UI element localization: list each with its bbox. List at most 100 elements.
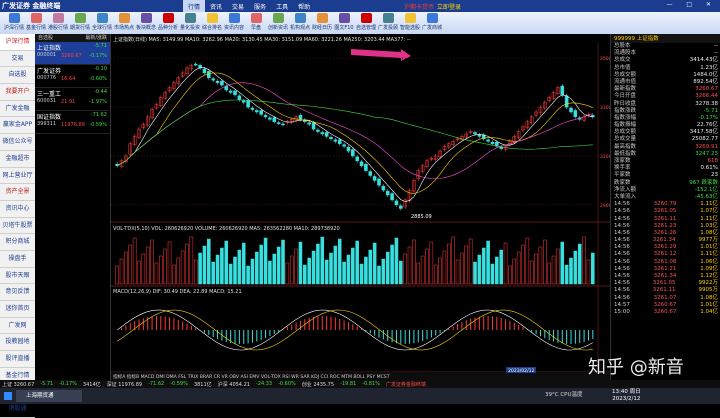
tick-time: 14:56 — [614, 237, 630, 244]
price-axis-label: 3100 — [600, 154, 610, 160]
sidebar-item[interactable]: 贝塔牛股票 — [0, 218, 35, 235]
toolbar-button[interactable]: 市场热点 — [112, 13, 136, 33]
login-link[interactable]: 立即登录 — [437, 2, 461, 11]
sidebar-item[interactable]: 自选股 — [0, 67, 35, 85]
toolbar-button[interactable]: 创新资讯 — [266, 13, 290, 33]
volume-bar — [259, 244, 263, 285]
volume-bar — [377, 265, 381, 285]
quote-stat-row: 总市值 1.23亿 — [611, 65, 720, 72]
toolbar-button[interactable]: 图文F10 — [332, 13, 356, 33]
watchlist-row[interactable]: 上证指数 000001 3260.67 -5.71 -0.17% — [35, 42, 110, 65]
toolbar-button[interactable]: 广发投顾 — [376, 13, 400, 33]
taskbar-clock[interactable]: 13:40 周日 2023/2/12 — [612, 389, 641, 403]
toolbar-button[interactable]: 自选管理 — [354, 13, 378, 33]
candle-body — [390, 193, 394, 201]
candle-body — [368, 171, 373, 176]
start-icon[interactable] — [4, 392, 12, 400]
volume-bar — [490, 263, 495, 285]
sidebar-item[interactable]: 资产全景 — [0, 184, 35, 201]
taskbar-app-button[interactable]: 上海期货通 — [16, 390, 82, 402]
tick-price: 3261.12 — [653, 251, 677, 258]
kline-chart[interactable]: 上证指数(日线) MA5: 3149.99 MA10: 3262.96 MA20… — [111, 34, 610, 380]
toolbar-button[interactable]: 智能选股 — [398, 13, 422, 33]
sidebar-item[interactable]: 广发网 — [0, 318, 35, 335]
menu-item[interactable]: 交易 — [227, 0, 249, 12]
sidebar-item[interactable]: 股评直播 — [0, 351, 35, 368]
stat-value: 3278.38 — [695, 100, 718, 107]
sidebar-item[interactable]: 网上营业厅 — [0, 168, 35, 185]
watchlist-row[interactable]: 广发证券 000776 16.64 -0.10 -0.60% — [35, 65, 110, 88]
sidebar-item[interactable]: 积分商城 — [0, 234, 35, 251]
tick-volume: 1.06亿 — [700, 258, 718, 265]
watchlist-row[interactable]: 国证指数 399311 11976.89 -71.62 -0.59% — [35, 111, 110, 134]
volume-bar — [359, 263, 364, 285]
stat-value: 1484.0亿 — [693, 71, 718, 78]
tick-price: 3261.11 — [652, 287, 676, 294]
sidebar-item[interactable]: 广发金融 — [0, 101, 35, 118]
sidebar-item[interactable]: 交易 — [0, 51, 35, 68]
toolbar-button[interactable]: 全球行情 — [90, 13, 114, 33]
status-item: -19.81 — [340, 381, 357, 387]
quote-stat-row: 总成交量 25082.77 — [611, 136, 720, 143]
tick-time: 14:56 — [614, 229, 630, 236]
volume-bar — [250, 258, 255, 285]
stat-label: 昨日收盘 — [614, 100, 637, 107]
menu-item[interactable]: 帮助 — [293, 0, 315, 12]
menu-item[interactable]: 资讯 — [205, 0, 227, 12]
stat-label: 最高指数 — [614, 143, 637, 150]
volume-bar — [399, 260, 403, 285]
toolbar-button[interactable]: 品种分析 — [156, 13, 180, 33]
toolbar-label: 智能选股 — [399, 25, 420, 31]
candle-body — [255, 110, 259, 113]
quote-stat-row: 总成交 3414.43亿 — [611, 57, 720, 64]
status-item: -0.59% — [170, 381, 188, 387]
price-axis-label: 3300 — [600, 105, 610, 111]
toolbar-button[interactable]: 财经日历 — [310, 13, 334, 33]
stat-value: 25082.77 — [691, 136, 718, 143]
toolbar-button[interactable]: 综合排名 — [200, 13, 224, 33]
sidebar-item[interactable]: 我要开户 — [0, 84, 35, 101]
toolbar-button[interactable]: 资讯内容 — [222, 13, 246, 33]
tick-time: 14:56 — [614, 280, 630, 287]
candle-body — [342, 144, 346, 147]
volume-bar — [372, 242, 377, 285]
watchlist-row[interactable]: 三一重工 600031 21.91 -0.44 -1.97% — [35, 88, 110, 111]
quote-stat-row: 跌家数 967 跌家数 — [611, 180, 720, 187]
kline-chart-area[interactable]: 上证指数(日线) MA5: 3149.99 MA10: 3262.96 MA20… — [111, 34, 610, 380]
sidebar-item[interactable]: 微信公众号 — [0, 134, 35, 151]
toolbar-button[interactable]: 广发商城 — [420, 13, 444, 33]
sidebar-item[interactable]: 资讯中心 — [0, 201, 35, 218]
candle-body — [372, 176, 377, 181]
quote-stat-row: 指数涨幅 -0.17% — [611, 115, 720, 122]
stat-value: 3247.23 — [695, 150, 718, 157]
toolbar-button[interactable]: 沪深行情 — [2, 13, 26, 33]
volume-bar — [355, 240, 359, 285]
candle-body — [346, 146, 351, 152]
stock-pct: -1.97% — [89, 99, 107, 105]
candle-body — [333, 139, 338, 142]
toolbar-button[interactable]: 板块概念 — [134, 13, 158, 33]
sidebar-item[interactable]: 赢家金APP — [0, 117, 35, 135]
volume-bar — [481, 247, 486, 285]
menu-item[interactable]: 行情 — [183, 0, 206, 12]
sidebar-item[interactable]: 意见反馈 — [0, 284, 35, 301]
toolbar-button[interactable]: 基金行情 — [24, 13, 48, 33]
sidebar-item[interactable]: 投教园地 — [0, 334, 35, 352]
volume-bar — [276, 246, 281, 285]
sidebar-item[interactable]: 操盘手 — [0, 251, 35, 268]
candle-body — [281, 123, 285, 126]
market-alert[interactable]: 沪期卡货币 — [404, 2, 434, 11]
sidebar-item[interactable]: 股市天眼 — [0, 268, 35, 285]
menu-item[interactable]: 工具 — [271, 0, 293, 12]
toolbar-button[interactable]: 量化投资 — [178, 13, 202, 33]
toolbar-button[interactable]: 期货行情 — [68, 13, 92, 33]
sidebar-item[interactable]: 迷你首页 — [0, 301, 35, 318]
sidebar-item[interactable]: 沪深行情 — [0, 34, 35, 51]
sidebar-item[interactable]: 金融超市 — [0, 151, 35, 168]
toolbar-button[interactable]: 早盘 — [244, 13, 268, 33]
stat-value: -5.71 — [703, 107, 718, 114]
window-controls[interactable]: — □ ✕ — [666, 1, 717, 8]
menu-item[interactable]: 服务 — [249, 0, 271, 12]
toolbar-button[interactable]: 港股行情 — [46, 13, 70, 33]
toolbar-button[interactable]: 机构观点 — [288, 13, 312, 33]
